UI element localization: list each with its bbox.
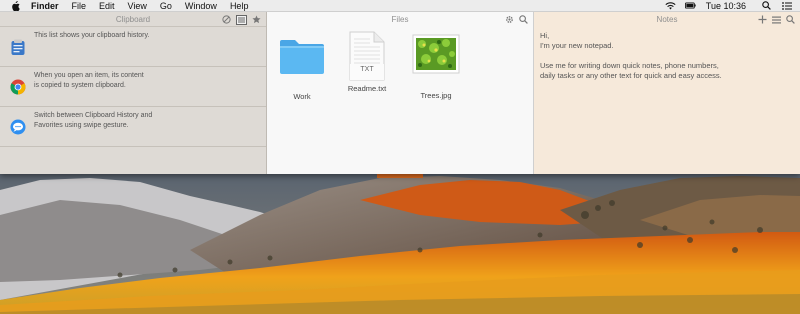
menu-view[interactable]: View: [128, 0, 147, 12]
file-item-trees[interactable]: Trees.jpg: [406, 34, 466, 100]
notes-list-icon[interactable]: [771, 15, 781, 25]
clipboard-item-text: Switch between Clipboard History and Fav…: [34, 112, 153, 129]
history-list-icon[interactable]: [235, 14, 247, 25]
menubar-clock[interactable]: Tue 10:36: [706, 1, 746, 11]
add-note-icon[interactable]: [757, 15, 767, 25]
clipboard-title: Clipboard: [115, 14, 151, 24]
unclutter-panel: Clipboard This list shows your clipboard…: [0, 12, 800, 174]
clipboard-header: Clipboard: [0, 12, 266, 27]
file-item-readme[interactable]: TXT Readme.txt: [337, 31, 397, 93]
image-thumbnail-icon: [412, 34, 460, 80]
notes-header-actions: [753, 12, 795, 27]
text-document-icon: TXT: [343, 31, 391, 81]
menu-bar: Finder File Edit View Go Window Help Tue…: [0, 0, 800, 12]
messages-icon: [10, 119, 26, 135]
files-title: Files: [391, 15, 409, 24]
files-header-actions: [500, 12, 528, 27]
notes-pane: Notes Hi, I'm your new notepad. Use me f…: [534, 12, 800, 174]
menu-go[interactable]: Go: [160, 0, 172, 12]
clipboard-item[interactable]: This list shows your clipboard history.: [0, 27, 266, 67]
file-name: Work: [293, 92, 311, 101]
clipboard-item[interactable]: Switch between Clipboard History and Fav…: [0, 107, 266, 147]
menu-edit[interactable]: Edit: [99, 0, 115, 12]
favorites-star-icon[interactable]: [251, 15, 261, 25]
clipboard-item[interactable]: When you open an item, its content is co…: [0, 67, 266, 107]
clipboard-item-text: When you open an item, its content is co…: [34, 72, 144, 89]
battery-icon[interactable]: [684, 1, 696, 11]
file-name: Readme.txt: [347, 84, 387, 93]
file-name: Trees.jpg: [420, 91, 452, 100]
notes-text-area[interactable]: Hi, I'm your new notepad. Use me for wri…: [540, 31, 790, 91]
notes-title: Notes: [656, 15, 678, 24]
file-item-work[interactable]: Work: [272, 36, 332, 101]
files-header: Files: [267, 12, 533, 27]
clipboard-pane: Clipboard This list shows your clipboard…: [0, 12, 267, 174]
search-icon[interactable]: [518, 15, 528, 25]
menu-help[interactable]: Help: [230, 0, 249, 12]
clear-history-icon[interactable]: [221, 15, 231, 25]
menubar-status-area: Tue 10:36: [656, 0, 800, 12]
gear-icon[interactable]: [504, 15, 514, 25]
apple-menu-icon[interactable]: [11, 0, 21, 11]
menu-file[interactable]: File: [72, 0, 87, 12]
notes-header: Notes: [534, 12, 800, 27]
notes-paragraph: Hi, I'm your new notepad.: [540, 31, 614, 50]
menu-window[interactable]: Window: [185, 0, 217, 12]
spotlight-search-icon[interactable]: [761, 1, 772, 11]
menu-app-name[interactable]: Finder: [31, 0, 59, 12]
notification-center-icon[interactable]: [781, 1, 792, 11]
folder-icon: [278, 36, 326, 82]
txt-badge: TXT: [360, 66, 374, 73]
chrome-icon: [10, 79, 26, 95]
files-pane: Files Work TXT Readme.txt Trees.jpg: [267, 12, 534, 174]
clipboard-history-list: This list shows your clipboard history. …: [0, 27, 266, 147]
notes-search-icon[interactable]: [785, 15, 795, 25]
clipboard-header-actions: [217, 12, 261, 27]
clipboard-app-icon: [10, 39, 26, 55]
wifi-icon[interactable]: [665, 1, 676, 11]
clipboard-item-text: This list shows your clipboard history.: [34, 32, 150, 39]
notes-paragraph: Use me for writing down quick notes, pho…: [540, 61, 722, 80]
